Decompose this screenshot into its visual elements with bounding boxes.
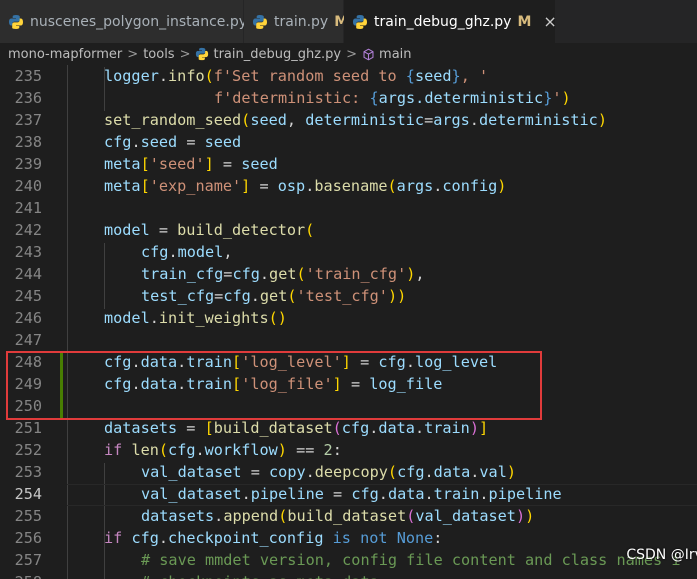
code-text: val_dataset = copy.deepcopy(cfg.data.val… <box>141 463 516 481</box>
code-line: 251 datasets = [build_dataset(cfg.data.tr… <box>0 417 697 439</box>
line-number: 237 <box>14 111 42 129</box>
line-number: 252 <box>14 441 42 459</box>
code-text: meta['exp_name'] = osp.basename(args.con… <box>104 177 507 195</box>
tab-bar: nuscenes_polygon_instance.py M train.py … <box>0 0 697 43</box>
code-line: 247 <box>0 329 697 351</box>
close-tab-icon[interactable]: × <box>543 12 556 31</box>
code-text: f'deterministic: {args.deterministic}') <box>214 89 571 107</box>
line-number: 235 <box>14 67 42 85</box>
code-text: datasets = [build_dataset(cfg.data.train… <box>104 419 489 437</box>
code-text: logger.info(f'Set random seed to {seed},… <box>104 67 489 85</box>
python-file-icon <box>196 47 209 61</box>
code-editor[interactable]: 235 logger.info(f'Set random seed to {see… <box>0 65 697 579</box>
code-text: set_random_seed(seed, deterministic=args… <box>104 111 607 129</box>
code-line: 242 model = build_detector( <box>0 219 697 241</box>
line-number: 247 <box>14 331 42 349</box>
breadcrumb: mono-mapformer > tools > train_debug_ghz… <box>0 43 697 65</box>
code-text: cfg.model, <box>141 243 233 261</box>
breadcrumb-separator: > <box>179 46 191 62</box>
code-line: 255 datasets.append(build_dataset(val_dat… <box>0 505 697 527</box>
code-line: 252 if len(cfg.workflow) == 2: <box>0 439 697 461</box>
symbol-method-icon <box>363 48 374 60</box>
code-line-current: 254 val_dataset.pipeline = cfg.data.train… <box>0 483 697 505</box>
line-number: 242 <box>14 221 42 239</box>
breadcrumb-folder[interactable]: mono-mapformer <box>8 47 122 62</box>
code-line: 244 train_cfg=cfg.get('train_cfg'), <box>0 263 697 285</box>
line-number: 258 <box>0 571 42 579</box>
breadcrumb-folder[interactable]: tools <box>143 47 174 62</box>
tab-train-debug-ghz[interactable]: train_debug_ghz.py M × <box>344 0 557 43</box>
tab-label: train_debug_ghz.py <box>374 13 512 30</box>
line-number: 255 <box>14 507 42 525</box>
python-file-icon <box>253 14 267 29</box>
code-line: 240 meta['exp_name'] = osp.basename(args.… <box>0 175 697 197</box>
line-number: 241 <box>14 199 42 217</box>
code-text: # save mmdet version, config file conten… <box>141 551 681 569</box>
tab-label: nuscenes_polygon_instance.py <box>30 13 248 30</box>
code-line: 246 model.init_weights() <box>0 307 697 329</box>
code-line: 253 val_dataset = copy.deepcopy(cfg.data.… <box>0 461 697 483</box>
tab-label: train.py <box>274 13 329 30</box>
line-number: 244 <box>14 265 42 283</box>
line-number: 238 <box>14 133 42 151</box>
code-line: 258 # checkpoints as meta data <box>0 571 697 579</box>
code-text: val_dataset.pipeline = cfg.data.train.pi… <box>141 485 562 503</box>
watermark: CSDN @Irving.Gao <box>626 547 697 563</box>
code-line: 235 logger.info(f'Set random seed to {see… <box>0 65 697 87</box>
code-line: 236 f'deterministic: {args.deterministic}… <box>0 87 697 109</box>
code-text: if cfg.checkpoint_config is not None: <box>104 529 443 547</box>
breadcrumb-separator: > <box>127 46 139 62</box>
code-line: 256 if cfg.checkpoint_config is not None: <box>0 527 697 549</box>
code-text: cfg.seed = seed <box>104 133 242 151</box>
code-text: # checkpoints as meta data <box>141 571 379 579</box>
python-file-icon <box>9 14 23 29</box>
code-text: train_cfg=cfg.get('train_cfg'), <box>141 265 425 283</box>
code-text: meta['seed'] = seed <box>104 155 278 173</box>
line-number: 236 <box>14 89 42 107</box>
code-text: model.init_weights() <box>104 309 287 327</box>
code-text: datasets.append(build_dataset(val_datase… <box>141 507 535 525</box>
code-line: 241 <box>0 197 697 219</box>
line-number: 257 <box>14 551 42 569</box>
line-number: 246 <box>14 309 42 327</box>
breadcrumb-symbol[interactable]: main <box>379 47 411 62</box>
code-line: 237 set_random_seed(seed, deterministic=a… <box>0 109 697 131</box>
python-file-icon <box>353 14 367 29</box>
tab-nuscenes-polygon-instance[interactable]: nuscenes_polygon_instance.py M <box>0 0 267 43</box>
line-number: 251 <box>14 419 42 437</box>
code-text: model = build_detector( <box>104 221 315 239</box>
code-line: 257 # save mmdet version, config file con… <box>0 549 697 571</box>
line-number: 253 <box>14 463 42 481</box>
breadcrumb-separator: > <box>346 46 358 62</box>
line-number: 256 <box>14 529 42 547</box>
code-line: 245 test_cfg=cfg.get('test_cfg')) <box>0 285 697 307</box>
modified-indicator: M <box>517 13 532 30</box>
code-line: 243 cfg.model, <box>0 241 697 263</box>
tab-train[interactable]: train.py M <box>244 0 348 43</box>
code-line: 239 meta['seed'] = seed <box>0 153 697 175</box>
annotation-highlight-box <box>6 351 542 420</box>
line-number: 240 <box>14 177 42 195</box>
code-text: if len(cfg.workflow) == 2: <box>104 441 342 459</box>
line-number: 254 <box>14 485 42 503</box>
code-text: test_cfg=cfg.get('test_cfg')) <box>141 287 407 305</box>
breadcrumb-file[interactable]: train_debug_ghz.py <box>213 47 341 62</box>
line-number: 239 <box>14 155 42 173</box>
line-number: 243 <box>14 243 42 261</box>
code-line: 238 cfg.seed = seed <box>0 131 697 153</box>
line-number: 245 <box>14 287 42 305</box>
